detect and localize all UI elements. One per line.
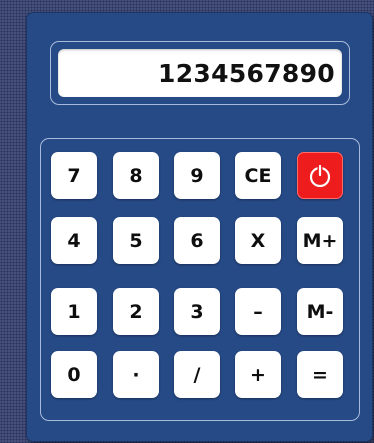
key-9[interactable]: 9 — [174, 152, 220, 199]
keypad: 7 8 9 CE 4 5 6 X M+ 1 2 3 – M- 0 · / + = — [40, 138, 360, 421]
key-5[interactable]: 5 — [113, 217, 159, 264]
display: 1234567890 — [58, 49, 342, 97]
equals-button[interactable]: = — [297, 351, 343, 398]
display-frame: 1234567890 — [50, 41, 350, 105]
display-value: 1234567890 — [158, 58, 335, 88]
key-3[interactable]: 3 — [174, 288, 220, 335]
calculator-window: 1234567890 7 8 9 CE 4 5 6 X M+ 1 2 3 – M… — [27, 13, 372, 441]
subtract-button[interactable]: – — [235, 288, 281, 335]
key-8[interactable]: 8 — [113, 152, 159, 199]
memory-subtract-button[interactable]: M- — [297, 288, 343, 335]
power-button[interactable] — [297, 152, 343, 199]
key-4[interactable]: 4 — [51, 217, 97, 264]
key-2[interactable]: 2 — [113, 288, 159, 335]
add-button[interactable]: + — [235, 351, 281, 398]
key-6[interactable]: 6 — [174, 217, 220, 264]
decimal-point-button[interactable]: · — [113, 351, 159, 398]
key-1[interactable]: 1 — [51, 288, 97, 335]
power-icon — [309, 164, 331, 187]
divide-button[interactable]: / — [174, 351, 220, 398]
memory-add-button[interactable]: M+ — [297, 217, 343, 264]
key-0[interactable]: 0 — [51, 351, 97, 398]
clear-entry-button[interactable]: CE — [235, 152, 281, 199]
key-7[interactable]: 7 — [51, 152, 97, 199]
multiply-button[interactable]: X — [235, 217, 281, 264]
